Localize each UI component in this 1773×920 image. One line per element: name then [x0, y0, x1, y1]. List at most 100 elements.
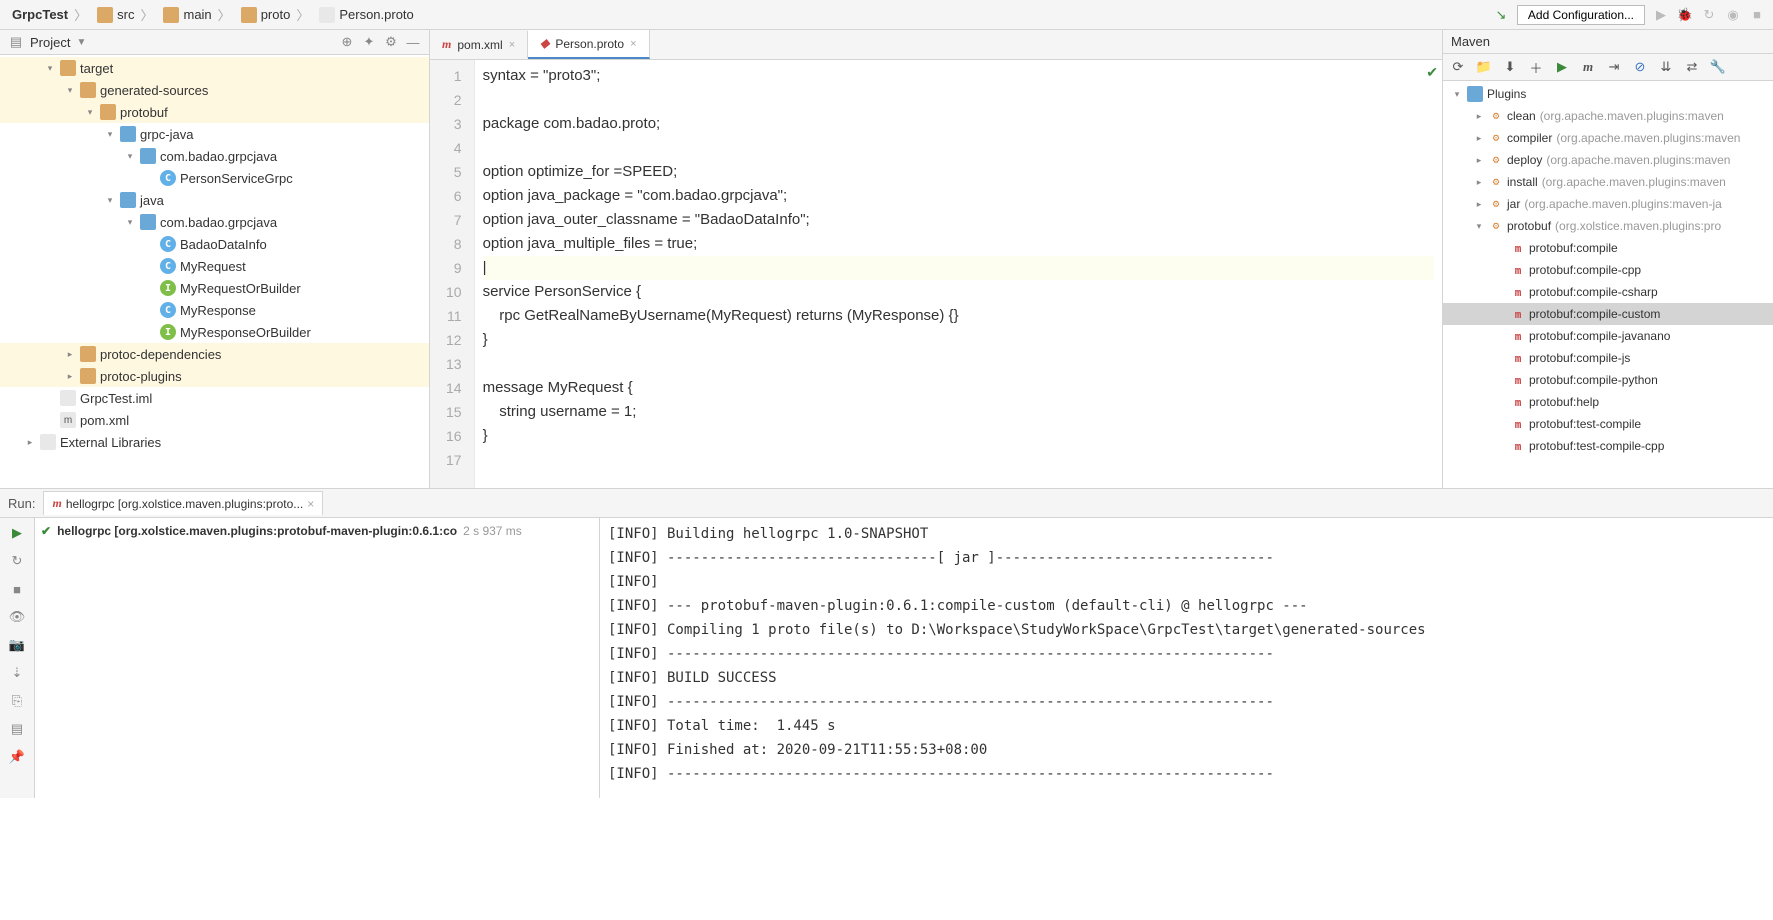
- exit-icon[interactable]: ⎘: [8, 692, 26, 710]
- show-settings-icon[interactable]: ⇄: [1683, 58, 1701, 76]
- tree-item[interactable]: CPersonServiceGrpc: [0, 167, 429, 189]
- maven-item[interactable]: ▸⚙jar (org.apache.maven.plugins:maven-ja: [1443, 193, 1773, 215]
- tree-item[interactable]: ▾target: [0, 57, 429, 79]
- gear-icon: ⚙: [1489, 109, 1503, 123]
- pin-icon[interactable]: 📌: [8, 748, 26, 766]
- close-tab-icon[interactable]: ×: [509, 39, 515, 51]
- collapse-icon[interactable]: ⇊: [1657, 58, 1675, 76]
- profile-icon[interactable]: ◉: [1725, 7, 1741, 23]
- folderB-icon: [140, 214, 156, 230]
- tree-item[interactable]: CBadaoDataInfo: [0, 233, 429, 255]
- run-icon[interactable]: ▶: [1653, 7, 1669, 23]
- maven-label: protobuf:help: [1529, 395, 1599, 409]
- add-icon[interactable]: ＋: [1527, 58, 1545, 76]
- screenshot-icon[interactable]: 📷: [8, 636, 26, 654]
- maven-item[interactable]: ▸⚙deploy (org.apache.maven.plugins:maven: [1443, 149, 1773, 171]
- tree-item[interactable]: ▾java: [0, 189, 429, 211]
- rerun-failed-icon[interactable]: ↻: [8, 552, 26, 570]
- maven-item[interactable]: mprotobuf:compile-javanano: [1443, 325, 1773, 347]
- expand-icon[interactable]: ✦: [361, 34, 377, 50]
- close-tab-icon[interactable]: ×: [307, 497, 314, 511]
- breadcrumb-item[interactable]: main〉: [159, 3, 236, 26]
- download-icon[interactable]: ⬇: [1501, 58, 1519, 76]
- maven-item[interactable]: mprotobuf:compile-csharp: [1443, 281, 1773, 303]
- maven-item[interactable]: m protobuf:help: [1443, 391, 1773, 413]
- m-icon[interactable]: m: [1579, 58, 1597, 76]
- maven-title: Maven: [1451, 34, 1490, 49]
- tree-label: protoc-plugins: [100, 369, 182, 384]
- coverage-icon[interactable]: ↻: [1701, 7, 1717, 23]
- tree-item[interactable]: ▾protobuf: [0, 101, 429, 123]
- tree-item[interactable]: ▸protoc-plugins: [0, 365, 429, 387]
- tree-item[interactable]: ▸External Libraries: [0, 431, 429, 453]
- project-tree[interactable]: ▾target▾generated-sources▾protobuf▾grpc-…: [0, 55, 429, 488]
- run-label: Run:: [8, 496, 35, 511]
- tree-item[interactable]: IMyResponseOrBuilder: [0, 321, 429, 343]
- stop-run-icon[interactable]: ■: [8, 580, 26, 598]
- tree-label: protoc-dependencies: [100, 347, 221, 362]
- tree-item[interactable]: GrpcTest.iml: [0, 387, 429, 409]
- generate-sources-icon[interactable]: 📁: [1475, 58, 1493, 76]
- maven-item[interactable]: ▸⚙install (org.apache.maven.plugins:mave…: [1443, 171, 1773, 193]
- maven-tree[interactable]: ▾Plugins▸⚙clean (org.apache.maven.plugin…: [1443, 81, 1773, 488]
- maven-item[interactable]: mprotobuf:compile-custom: [1443, 303, 1773, 325]
- toggle-skip-tests-icon[interactable]: ⇥: [1605, 58, 1623, 76]
- editor-code[interactable]: syntax = "proto3";package com.badao.prot…: [475, 60, 1442, 488]
- m-icon: m: [1511, 395, 1525, 409]
- maven-item[interactable]: ▾⚙protobuf (org.xolstice.maven.plugins:p…: [1443, 215, 1773, 237]
- reload-icon[interactable]: ⟳: [1449, 58, 1467, 76]
- run-tool-window: Run: m hellogrpc [org.xolstice.maven.plu…: [0, 488, 1773, 798]
- breadcrumb-item[interactable]: proto〉: [237, 3, 316, 26]
- stop-icon[interactable]: ■: [1749, 7, 1765, 23]
- maven-item[interactable]: mprotobuf:compile: [1443, 237, 1773, 259]
- close-tab-icon[interactable]: ×: [630, 38, 636, 50]
- locate-icon[interactable]: ⊕: [339, 34, 355, 50]
- maven-item[interactable]: mprotobuf:compile-python: [1443, 369, 1773, 391]
- maven-label: protobuf:compile-cpp: [1529, 263, 1641, 277]
- tree-item[interactable]: CMyResponse: [0, 299, 429, 321]
- run-tree[interactable]: ✔ hellogrpc [org.xolstice.maven.plugins:…: [35, 518, 600, 798]
- toggle-offline-icon[interactable]: ⊘: [1631, 58, 1649, 76]
- tree-item[interactable]: ▾com.badao.grpcjava: [0, 145, 429, 167]
- maven-item[interactable]: ▾Plugins: [1443, 83, 1773, 105]
- debug-icon[interactable]: 🐞: [1677, 7, 1693, 23]
- tree-item[interactable]: ▾generated-sources: [0, 79, 429, 101]
- maven-item[interactable]: mprotobuf:compile-cpp: [1443, 259, 1773, 281]
- add-configuration-button[interactable]: Add Configuration...: [1517, 5, 1645, 25]
- run-maven-icon[interactable]: ▶: [1553, 58, 1571, 76]
- show-icon[interactable]: 👁: [8, 608, 26, 626]
- tree-label: MyRequestOrBuilder: [180, 281, 301, 296]
- breadcrumb-item[interactable]: Person.proto: [315, 5, 417, 25]
- maven-item[interactable]: mprotobuf:compile-js: [1443, 347, 1773, 369]
- breadcrumb-item[interactable]: src〉: [93, 3, 159, 26]
- tree-item[interactable]: CMyRequest: [0, 255, 429, 277]
- run-tab[interactable]: m hellogrpc [org.xolstice.maven.plugins:…: [43, 491, 323, 515]
- tree-item[interactable]: ▾grpc-java: [0, 123, 429, 145]
- file-icon: m: [60, 412, 76, 428]
- tree-item[interactable]: mpom.xml: [0, 409, 429, 431]
- maven-settings-icon[interactable]: 🔧: [1709, 58, 1727, 76]
- maven-item[interactable]: mprotobuf:test-compile: [1443, 413, 1773, 435]
- tree-label: com.badao.grpcjava: [160, 215, 277, 230]
- maven-item[interactable]: ▸⚙clean (org.apache.maven.plugins:maven: [1443, 105, 1773, 127]
- run-console[interactable]: [INFO] Building hellogrpc 1.0-SNAPSHOT […: [600, 518, 1773, 798]
- hide-icon[interactable]: —: [405, 34, 421, 50]
- editor-tab[interactable]: mpom.xml×: [430, 31, 528, 58]
- editor-tab[interactable]: ◆Person.proto×: [528, 30, 649, 59]
- dump-icon[interactable]: ⇣: [8, 664, 26, 682]
- tree-label: generated-sources: [100, 83, 208, 98]
- tree-item[interactable]: IMyRequestOrBuilder: [0, 277, 429, 299]
- inspections-ok-icon[interactable]: ✔: [1426, 64, 1438, 81]
- build-icon[interactable]: ↘: [1493, 7, 1509, 23]
- success-icon: ✔: [41, 524, 51, 538]
- tree-label: External Libraries: [60, 435, 161, 450]
- tree-item[interactable]: ▸protoc-dependencies: [0, 343, 429, 365]
- maven-item[interactable]: ▸⚙compiler (org.apache.maven.plugins:mav…: [1443, 127, 1773, 149]
- layout-icon[interactable]: ▤: [8, 720, 26, 738]
- tree-item[interactable]: ▾com.badao.grpcjava: [0, 211, 429, 233]
- breadcrumb-item[interactable]: GrpcTest〉: [8, 3, 93, 26]
- settings-icon[interactable]: ⚙: [383, 34, 399, 50]
- rerun-icon[interactable]: ▶: [8, 524, 26, 542]
- maven-item[interactable]: mprotobuf:test-compile-cpp: [1443, 435, 1773, 457]
- gear-icon: ⚙: [1489, 153, 1503, 167]
